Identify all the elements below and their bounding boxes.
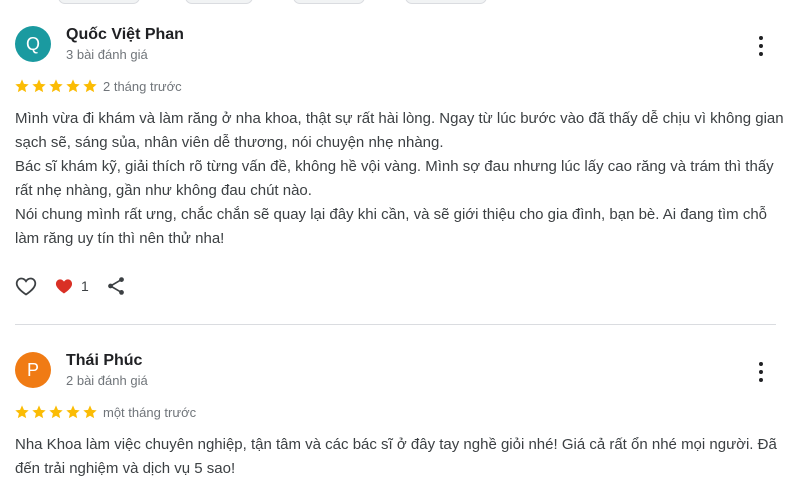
review-text: Nha Khoa làm việc chuyên nghiệp, tận tâm… — [15, 433, 785, 481]
avatar[interactable]: P — [15, 352, 51, 388]
review-card: Q Quốc Việt Phan 3 bài đánh giá 2 tháng … — [0, 0, 800, 325]
share-icon — [107, 277, 124, 295]
star-icon — [83, 405, 97, 419]
more-options-icon[interactable] — [751, 360, 771, 384]
more-options-icon[interactable] — [751, 34, 771, 58]
review-time: một tháng trước — [103, 405, 197, 420]
reviewer-name[interactable]: Thái Phúc — [66, 352, 142, 370]
star-icon — [66, 79, 80, 93]
star-rating — [14, 404, 98, 420]
reaction-count-button[interactable]: 1 — [53, 276, 89, 296]
reviewer-review-count: 3 bài đánh giá — [66, 47, 148, 62]
star-icon — [15, 405, 29, 419]
star-icon — [66, 405, 80, 419]
avatar[interactable]: Q — [15, 26, 51, 62]
star-icon — [15, 79, 29, 93]
review-text: Mình vừa đi khám và làm răng ở nha khoa,… — [15, 107, 785, 251]
star-icon — [49, 405, 63, 419]
review-paragraph: Nha Khoa làm việc chuyên nghiệp, tận tâm… — [15, 436, 777, 477]
review-paragraph: Nói chung mình rất ưng, chắc chắn sẽ qua… — [15, 206, 767, 247]
reviewer-name[interactable]: Quốc Việt Phan — [66, 26, 184, 44]
review-paragraph: Mình vừa đi khám và làm răng ở nha khoa,… — [15, 110, 784, 151]
star-icon — [32, 405, 46, 419]
review-card: P Thái Phúc 2 bài đánh giá một tháng trư… — [0, 325, 800, 500]
heart-filled-icon — [55, 279, 73, 294]
like-count: 1 — [81, 278, 89, 294]
heart-outline-icon — [15, 277, 37, 296]
share-button[interactable] — [105, 275, 127, 297]
star-icon — [32, 79, 46, 93]
like-button[interactable] — [13, 274, 39, 298]
review-paragraph: Bác sĩ khám kỹ, giải thích rõ từng vấn đ… — [15, 158, 774, 199]
star-rating — [14, 78, 98, 94]
review-time: 2 tháng trước — [103, 79, 182, 94]
star-icon — [49, 79, 63, 93]
reviewer-review-count: 2 bài đánh giá — [66, 373, 148, 388]
review-actions: 1 — [13, 274, 127, 298]
star-icon — [83, 79, 97, 93]
